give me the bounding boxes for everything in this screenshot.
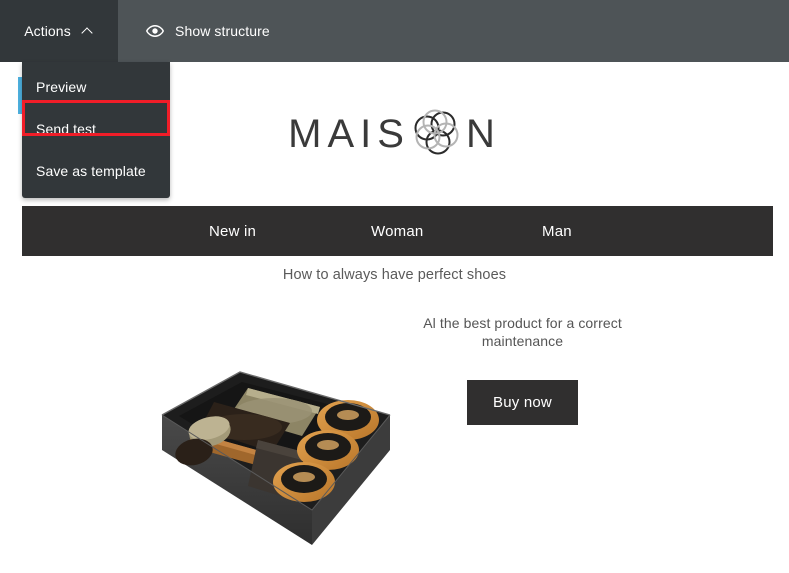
nav-item-woman[interactable]: Woman	[371, 223, 423, 240]
menu-item-save-as-template-label: Save as template	[36, 163, 146, 179]
maison-logo: MAIS N	[288, 106, 501, 162]
actions-button-label: Actions	[24, 23, 71, 39]
menu-item-send-test[interactable]: Send test	[22, 112, 170, 146]
flower-circles-logo-icon	[410, 106, 466, 162]
email-nav-bar: New in Woman Man	[22, 206, 773, 256]
actions-button[interactable]: Actions	[0, 0, 118, 62]
menu-item-save-as-template[interactable]: Save as template	[22, 154, 170, 188]
product-description: Al the best product for a correct mainte…	[423, 315, 622, 349]
email-content-row: Al the best product for a correct mainte…	[0, 302, 789, 572]
top-toolbar: Actions Show structure	[0, 0, 789, 62]
show-structure-label: Show structure	[175, 23, 270, 39]
actions-dropdown-menu: Preview Send test Save as template	[22, 62, 170, 198]
show-structure-button[interactable]: Show structure	[118, 0, 288, 62]
nav-item-new-in[interactable]: New in	[209, 223, 256, 240]
eye-icon	[146, 22, 164, 40]
menu-item-preview-label: Preview	[36, 79, 87, 95]
logo-text-left: MAIS	[288, 111, 410, 156]
menu-item-preview[interactable]: Preview	[22, 70, 170, 104]
logo-text-right: N	[465, 111, 501, 156]
buy-now-button[interactable]: Buy now	[467, 380, 578, 425]
chevron-up-icon	[82, 25, 94, 37]
product-image	[152, 310, 397, 565]
product-text-column: Al the best product for a correct mainte…	[415, 314, 630, 425]
email-headline: How to always have perfect shoes	[282, 267, 507, 283]
nav-item-man[interactable]: Man	[542, 223, 572, 240]
menu-item-send-test-label: Send test	[36, 121, 97, 137]
